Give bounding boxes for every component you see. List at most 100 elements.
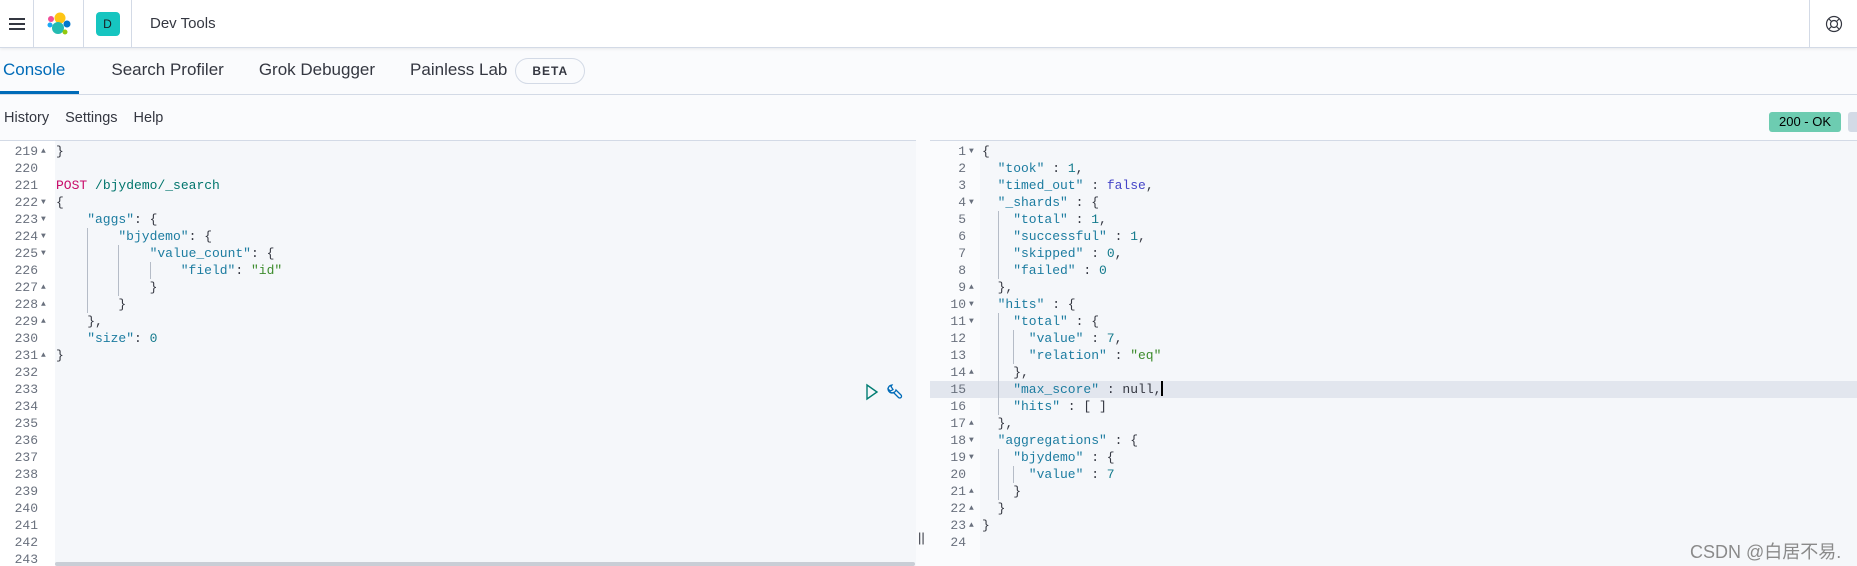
token-p: : bbox=[1083, 331, 1107, 346]
fold-up-icon[interactable]: ▲ bbox=[41, 279, 46, 296]
horizontal-scrollbar[interactable] bbox=[55, 562, 915, 566]
fold-down-icon[interactable]: ▼ bbox=[969, 143, 974, 160]
fold-up-icon[interactable]: ▲ bbox=[41, 296, 46, 313]
indent-guide bbox=[997, 228, 1014, 245]
token-p: } bbox=[982, 518, 990, 533]
code-line: 233 bbox=[0, 381, 916, 398]
code-line: 236 bbox=[0, 432, 916, 449]
token-p: } bbox=[1013, 484, 1021, 499]
tab-search-profiler[interactable]: Search Profiler bbox=[108, 47, 226, 94]
wrench-icon[interactable] bbox=[886, 383, 904, 401]
indent-guide bbox=[997, 211, 1014, 228]
indent-guide bbox=[997, 330, 1014, 347]
indent-guide bbox=[982, 262, 998, 279]
token-key: "took" bbox=[997, 161, 1045, 176]
line-content: "value" : 7 bbox=[982, 466, 1115, 483]
fold-down-icon[interactable]: ▼ bbox=[41, 245, 46, 262]
code-line: 238 bbox=[0, 466, 916, 483]
token-key: "skipped" bbox=[1013, 246, 1084, 261]
line-number: 241 bbox=[14, 518, 38, 533]
fold-up-icon[interactable]: ▲ bbox=[969, 483, 974, 500]
settings-link[interactable]: Settings bbox=[65, 110, 117, 126]
token-key: "timed_out" bbox=[997, 178, 1084, 193]
indent-guide bbox=[982, 245, 998, 262]
space-avatar[interactable]: D bbox=[84, 0, 132, 48]
token-p: : bbox=[1067, 212, 1092, 227]
line-content: POST /bjydemo/_search bbox=[56, 177, 220, 194]
indent-guide bbox=[118, 279, 149, 296]
token-key: "successful" bbox=[1013, 229, 1107, 244]
line-number: 228 bbox=[14, 297, 38, 312]
help-link[interactable]: Help bbox=[134, 110, 164, 126]
code-line: 219 ▲} bbox=[0, 143, 916, 160]
token-p: } bbox=[56, 348, 64, 363]
request-editor[interactable]: 219 ▲} 220 221 POST /bjydemo/_search 222 ▼{223… bbox=[0, 140, 916, 566]
code-line: 11 ▼ "total" : { bbox=[930, 313, 1857, 330]
indent-guide bbox=[982, 347, 998, 364]
line-number: 237 bbox=[14, 450, 38, 465]
panel-resize-handle[interactable]: || bbox=[918, 530, 925, 545]
indent-guide bbox=[982, 211, 998, 228]
code-line: 220 bbox=[0, 160, 916, 177]
token-b: false bbox=[1106, 178, 1146, 193]
indent-guide bbox=[982, 296, 998, 313]
line-number: 225 bbox=[14, 246, 38, 261]
line-number: 231 bbox=[14, 348, 38, 363]
fold-up-icon[interactable]: ▲ bbox=[41, 347, 46, 364]
line-content: "field": "id" bbox=[56, 262, 282, 279]
elastic-logo[interactable] bbox=[34, 0, 84, 48]
tab-grok-debugger[interactable]: Grok Debugger bbox=[256, 47, 378, 94]
line-content: }, bbox=[56, 313, 103, 330]
menu-button[interactable] bbox=[0, 0, 34, 48]
indent-guide bbox=[118, 245, 149, 262]
line-content: { bbox=[982, 143, 990, 160]
help-button[interactable] bbox=[1809, 0, 1857, 48]
fold-up-icon[interactable]: ▲ bbox=[969, 415, 974, 432]
fold-up-icon[interactable]: ▲ bbox=[41, 313, 46, 330]
fold-down-icon[interactable]: ▼ bbox=[969, 194, 974, 211]
fold-down-icon[interactable]: ▼ bbox=[969, 296, 974, 313]
line-number: 242 bbox=[14, 535, 38, 550]
token-p: , bbox=[1153, 382, 1162, 397]
token-p: } bbox=[118, 297, 127, 312]
fold-up-icon[interactable]: ▲ bbox=[969, 517, 974, 534]
indent-guide bbox=[982, 364, 998, 381]
token-p: , bbox=[1145, 178, 1154, 193]
fold-up-icon[interactable]: ▲ bbox=[969, 500, 974, 517]
line-number: 239 bbox=[14, 484, 38, 499]
line-number: 22 bbox=[950, 501, 966, 516]
top-header: D Dev Tools bbox=[0, 0, 1857, 48]
fold-down-icon[interactable]: ▼ bbox=[41, 228, 46, 245]
line-number: 220 bbox=[14, 161, 38, 176]
token-p: , bbox=[1138, 229, 1146, 244]
code-line: 231 ▲} bbox=[0, 347, 916, 364]
play-icon[interactable] bbox=[864, 383, 880, 401]
tab-console[interactable]: Console bbox=[0, 47, 80, 94]
fold-down-icon[interactable]: ▼ bbox=[41, 194, 46, 211]
indent-guide bbox=[87, 262, 118, 279]
token-key: "bjydemo" bbox=[1013, 450, 1084, 465]
line-content: } bbox=[982, 500, 1006, 517]
code-line: 9 ▲}, bbox=[930, 279, 1857, 296]
line-number: 238 bbox=[14, 467, 38, 482]
fold-down-icon[interactable]: ▼ bbox=[969, 432, 974, 449]
fold-up-icon[interactable]: ▲ bbox=[41, 143, 46, 160]
indent-guide bbox=[56, 245, 87, 262]
line-content: "took" : 1, bbox=[982, 160, 1084, 177]
history-link[interactable]: History bbox=[4, 110, 49, 126]
fold-down-icon[interactable]: ▼ bbox=[41, 211, 46, 228]
code-line: 226 "field": "id" bbox=[0, 262, 916, 279]
line-number: 5 bbox=[958, 212, 966, 227]
line-number: 10 bbox=[950, 297, 966, 312]
token-key: "relation" bbox=[1028, 348, 1107, 363]
fold-down-icon[interactable]: ▼ bbox=[969, 313, 974, 330]
token-n: 1 bbox=[1067, 161, 1076, 176]
fold-up-icon[interactable]: ▲ bbox=[969, 279, 974, 296]
line-content: }, bbox=[982, 364, 1029, 381]
fold-down-icon[interactable]: ▼ bbox=[969, 449, 974, 466]
line-content: "max_score" : null, bbox=[982, 381, 1164, 398]
fold-up-icon[interactable]: ▲ bbox=[969, 364, 974, 381]
indent-guide bbox=[982, 398, 998, 415]
tab-painless-lab[interactable]: Painless Lab BETA bbox=[407, 47, 588, 94]
code-line: 230 "size": 0 bbox=[0, 330, 916, 347]
